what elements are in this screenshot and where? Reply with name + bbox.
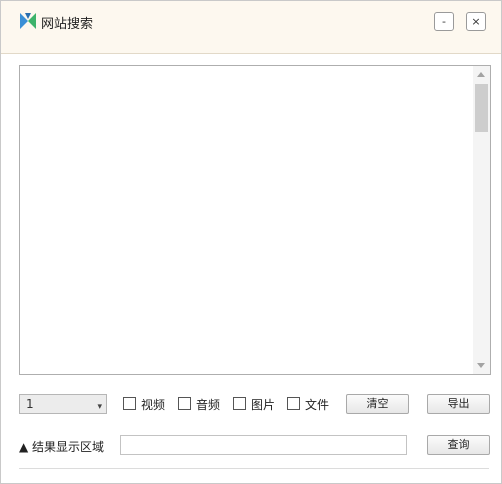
checkbox-image-label: 图片 [251, 398, 276, 412]
scroll-thumb[interactable] [475, 84, 488, 132]
checkbox-video[interactable] [123, 397, 136, 410]
results-area-label: ▲ 结果显示区域 [19, 440, 105, 454]
close-button[interactable]: × [466, 12, 486, 31]
window-title: 网站搜索 [41, 17, 94, 32]
checkbox-file-label: 文件 [305, 398, 330, 412]
count-select[interactable]: 1 ▾ [19, 394, 107, 414]
bottom-divider [19, 468, 489, 469]
export-button[interactable]: 导出 [427, 394, 490, 414]
vertical-scrollbar[interactable] [473, 66, 490, 374]
checkbox-audio-label: 音频 [196, 398, 221, 412]
count-select-value: 1 [26, 397, 34, 411]
results-textarea[interactable] [19, 65, 491, 375]
minimize-button[interactable]: - [434, 12, 454, 31]
title-bar: 网站搜索 - × [1, 1, 501, 54]
checkbox-video-label: 视频 [141, 398, 166, 412]
app-logo-icon [19, 11, 37, 31]
checkbox-image[interactable] [233, 397, 246, 410]
checkbox-file[interactable] [287, 397, 300, 410]
clear-button[interactable]: 清空 [346, 394, 409, 414]
scroll-up-icon[interactable] [477, 72, 485, 77]
chevron-down-icon: ▾ [97, 402, 102, 412]
query-button[interactable]: 查询 [427, 435, 490, 455]
checkbox-audio[interactable] [178, 397, 191, 410]
scroll-down-icon[interactable] [477, 363, 485, 368]
query-input[interactable] [120, 435, 407, 455]
app-window: 网站搜索 - × 1 ▾ 视频 音频 图片 文件 清空 导出 ▲ 结果显示区域 … [0, 0, 502, 484]
